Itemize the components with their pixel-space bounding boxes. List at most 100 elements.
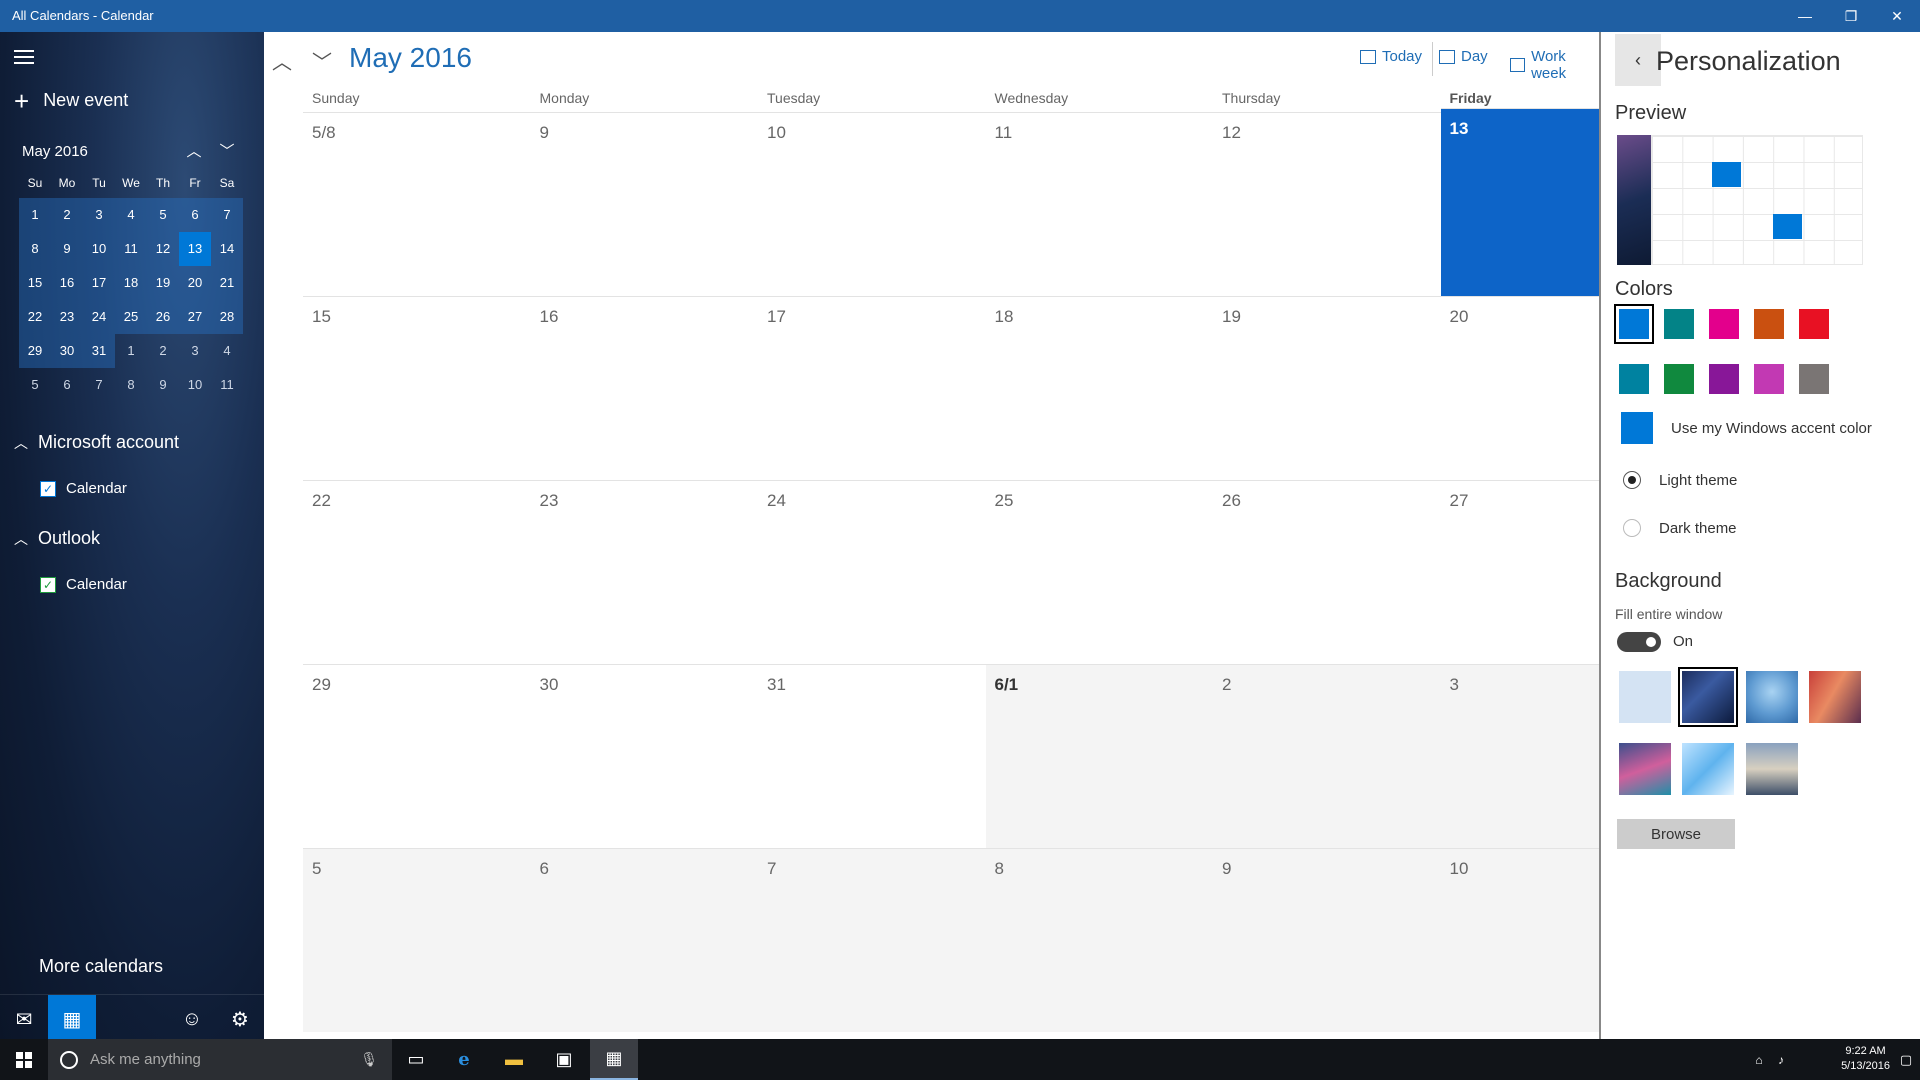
mini-calendar-day[interactable]: 23 [51, 300, 83, 334]
work-week-view-button[interactable]: Work week [1510, 48, 1600, 82]
day-cell[interactable]: 17 [758, 296, 986, 480]
microphone-icon[interactable]: 🎙 [360, 1051, 378, 1068]
day-cell[interactable]: 31 [758, 664, 986, 848]
background-thumbnail-canyon[interactable] [1809, 671, 1861, 723]
windows-start-icon[interactable] [0, 1039, 48, 1080]
mini-calendar-day[interactable]: 13 [179, 232, 211, 266]
today-button[interactable]: Today [1360, 48, 1422, 65]
fill-window-toggle[interactable] [1617, 632, 1661, 652]
day-cell[interactable]: 7 [758, 848, 986, 1032]
background-thumbnail-tree[interactable] [1746, 671, 1798, 723]
mini-prev-month-icon[interactable]: ︿ [184, 140, 204, 161]
color-swatch[interactable] [1754, 309, 1784, 339]
mini-calendar-day[interactable]: 12 [147, 232, 179, 266]
mini-calendar-day[interactable]: 24 [83, 300, 115, 334]
color-swatch[interactable] [1709, 309, 1739, 339]
mini-calendar-day[interactable]: 17 [83, 266, 115, 300]
mini-calendar-day[interactable]: 26 [147, 300, 179, 334]
light-theme-option[interactable]: Light theme [1623, 471, 1737, 489]
back-icon[interactable]: ‹ [1615, 34, 1661, 86]
color-swatch[interactable] [1619, 364, 1649, 394]
background-thumbnail-stars[interactable] [1678, 667, 1738, 727]
previous-month-icon[interactable]: ︿ [272, 46, 292, 75]
cortana-search-box[interactable]: Ask me anything 🎙 [48, 1039, 392, 1080]
restore-button[interactable]: ❐ [1828, 0, 1874, 32]
day-cell[interactable]: 25 [985, 480, 1213, 664]
mini-calendar-day[interactable]: 21 [211, 266, 243, 300]
more-calendars-link[interactable]: More calendars [39, 956, 163, 977]
radio-selected-icon[interactable] [1623, 471, 1641, 489]
color-swatch[interactable] [1614, 304, 1654, 344]
day-cell[interactable]: 5/8 [303, 112, 531, 296]
mini-calendar-day[interactable]: 30 [51, 334, 83, 368]
mini-calendar-day[interactable]: 5 [147, 198, 179, 232]
next-month-icon[interactable]: ﹀ [312, 46, 332, 75]
day-cell[interactable]: 29 [303, 664, 531, 848]
mini-calendar-day[interactable]: 10 [83, 232, 115, 266]
mini-calendar-day[interactable]: 20 [179, 266, 211, 300]
close-button[interactable]: ✕ [1874, 0, 1920, 32]
mini-calendar-day[interactable]: 31 [83, 334, 115, 368]
day-cell[interactable]: 16 [530, 296, 758, 480]
mini-calendar-day[interactable]: 8 [19, 232, 51, 266]
mini-calendar-day[interactable]: 29 [19, 334, 51, 368]
task-view-icon[interactable]: ▭ [392, 1039, 440, 1080]
mini-calendar-day[interactable]: 9 [147, 368, 179, 402]
mini-calendar-day[interactable]: 2 [51, 198, 83, 232]
mini-calendar-day[interactable]: 27 [179, 300, 211, 334]
store-icon[interactable]: ▣ [540, 1039, 588, 1080]
checkbox-checked-icon[interactable]: ✓ [40, 480, 56, 497]
mini-calendar-day[interactable]: 14 [211, 232, 243, 266]
background-thumbnail-plain[interactable] [1619, 671, 1671, 723]
day-cell[interactable]: 10 [1440, 848, 1600, 1032]
day-cell[interactable]: 15 [303, 296, 531, 480]
color-swatch[interactable] [1754, 364, 1784, 394]
color-swatch[interactable] [1799, 364, 1829, 394]
mini-calendar-day[interactable]: 28 [211, 300, 243, 334]
month-title[interactable]: May 2016 [349, 42, 472, 74]
day-cell[interactable]: 6/1 [985, 664, 1213, 848]
mini-calendar-day[interactable]: 16 [51, 266, 83, 300]
windows-accent-option[interactable]: Use my Windows accent color [1621, 412, 1872, 444]
clock[interactable]: 9:22 AM 5/13/2016 [1841, 1044, 1890, 1074]
mini-calendar-day[interactable]: 1 [19, 198, 51, 232]
file-explorer-icon[interactable]: ▬ [490, 1039, 538, 1080]
calendar-icon[interactable]: ▦ [48, 995, 96, 1043]
mini-calendar-day[interactable]: 6 [51, 368, 83, 402]
dark-theme-option[interactable]: Dark theme [1623, 519, 1737, 537]
radio-unselected-icon[interactable] [1623, 519, 1641, 537]
mini-calendar-day[interactable]: 3 [179, 334, 211, 368]
calendar-app-icon[interactable]: ▦ [590, 1039, 638, 1080]
calendar-toggle-microsoft[interactable]: ✓ Calendar [40, 480, 127, 497]
mini-calendar-day[interactable]: 6 [179, 198, 211, 232]
mini-calendar-title[interactable]: May 2016 [22, 143, 88, 160]
color-swatch[interactable] [1709, 364, 1739, 394]
day-cell[interactable]: 26 [1213, 480, 1441, 664]
day-cell[interactable]: 2 [1213, 664, 1441, 848]
mini-calendar-day[interactable]: 2 [147, 334, 179, 368]
mini-calendar-day[interactable]: 10 [179, 368, 211, 402]
mini-calendar-day[interactable]: 18 [115, 266, 147, 300]
day-cell[interactable]: 5 [303, 848, 531, 1032]
day-cell[interactable]: 24 [758, 480, 986, 664]
mini-calendar-day[interactable]: 15 [19, 266, 51, 300]
gear-icon[interactable]: ⚙ [216, 995, 264, 1043]
day-cell[interactable]: 12 [1213, 112, 1441, 296]
day-cell[interactable]: 10 [758, 112, 986, 296]
day-cell[interactable]: 23 [530, 480, 758, 664]
new-event-button[interactable]: + New event [14, 88, 128, 114]
minimize-button[interactable]: — [1782, 0, 1828, 32]
account-microsoft[interactable]: ︿ Microsoft account [14, 432, 179, 453]
mini-calendar-day[interactable]: 5 [19, 368, 51, 402]
color-swatch[interactable] [1664, 309, 1694, 339]
mini-calendar-day[interactable]: 25 [115, 300, 147, 334]
background-thumbnail-geometric[interactable] [1682, 743, 1734, 795]
mini-calendar-day[interactable]: 8 [115, 368, 147, 402]
mini-calendar-day[interactable]: 11 [115, 232, 147, 266]
calendar-toggle-outlook[interactable]: ✓ Calendar [40, 576, 127, 593]
day-cell[interactable]: 11 [985, 112, 1213, 296]
action-center-icon[interactable]: ▢ [1892, 1039, 1920, 1080]
mini-calendar-day[interactable]: 1 [115, 334, 147, 368]
mini-calendar-day[interactable]: 7 [211, 198, 243, 232]
day-cell[interactable]: 19 [1213, 296, 1441, 480]
